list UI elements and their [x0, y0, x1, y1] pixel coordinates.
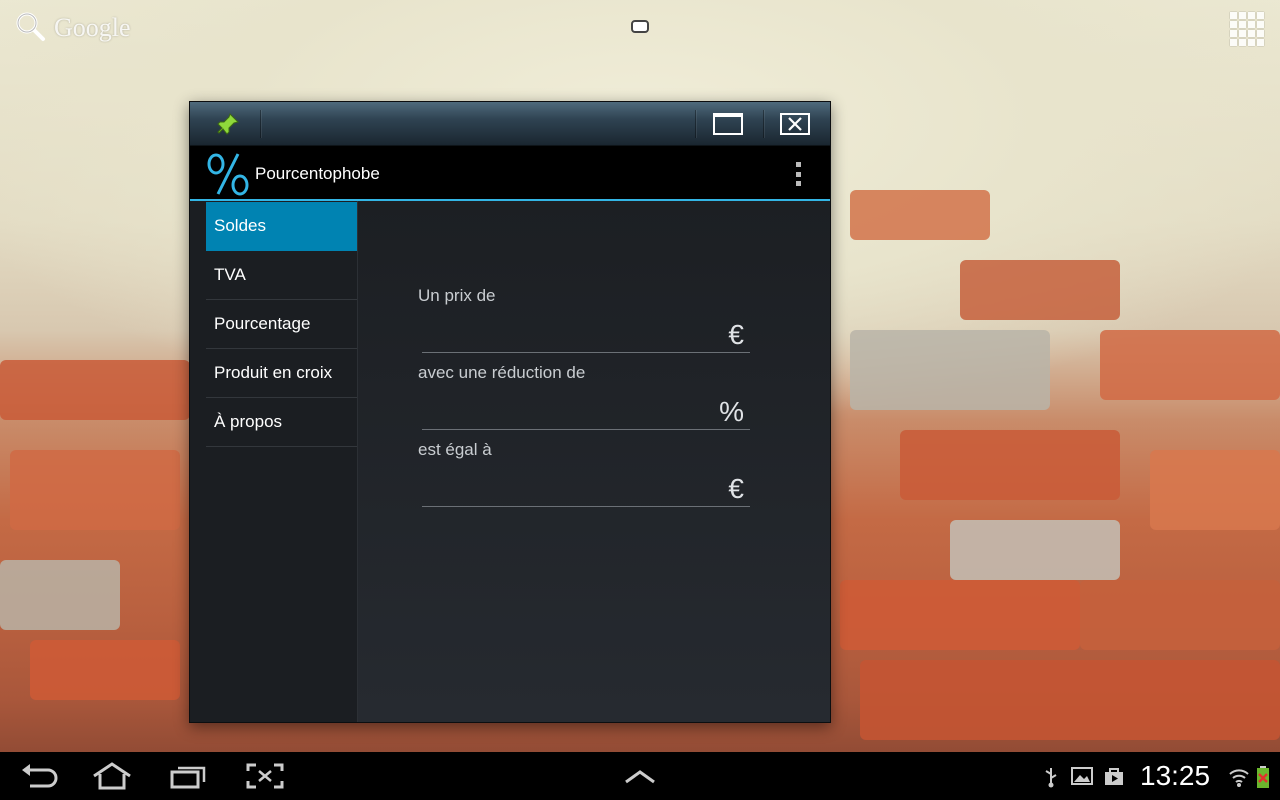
- sidebar-item-tva[interactable]: TVA: [206, 251, 357, 300]
- overflow-menu-icon[interactable]: [790, 162, 806, 186]
- home-screen-indicator-icon: [631, 20, 649, 33]
- app-window: Pourcentophobe Soldes TVA Pourcentage Pr…: [189, 101, 831, 723]
- sidebar-item-produit-en-croix[interactable]: Produit en croix: [206, 349, 357, 398]
- screenshot-icon[interactable]: [245, 762, 285, 790]
- soldes-form: Un prix de € avec une réduction de % est…: [358, 201, 830, 722]
- titlebar-divider: [260, 110, 261, 138]
- app-content: Soldes TVA Pourcentage Produit en croix …: [190, 201, 830, 722]
- clock: 13:25: [1140, 760, 1211, 791]
- result-field[interactable]: €: [422, 473, 750, 507]
- price-label: Un prix de: [418, 286, 496, 305]
- close-icon[interactable]: [780, 113, 810, 135]
- pin-icon[interactable]: [216, 112, 240, 136]
- discount-label: avec une réduction de: [418, 363, 586, 382]
- titlebar-divider: [695, 110, 696, 138]
- euro-unit: €: [728, 319, 744, 350]
- discount-field[interactable]: %: [422, 396, 750, 430]
- discount-input[interactable]: [422, 400, 712, 428]
- sidebar: Soldes TVA Pourcentage Produit en croix …: [190, 201, 358, 722]
- store-icon: [1103, 766, 1125, 786]
- price-field[interactable]: €: [422, 319, 750, 353]
- search-icon: [14, 10, 46, 46]
- sidebar-item-pourcentage[interactable]: Pourcentage: [206, 300, 357, 349]
- maximize-icon[interactable]: [713, 113, 743, 135]
- result-label: est égal à: [418, 440, 492, 459]
- euro-unit: €: [728, 473, 744, 504]
- gallery-icon: [1071, 766, 1093, 786]
- wifi-icon: [1228, 766, 1250, 787]
- price-input[interactable]: [422, 323, 712, 351]
- action-bar: Pourcentophobe: [190, 146, 830, 201]
- titlebar-divider: [763, 110, 764, 138]
- percent-unit: %: [719, 396, 744, 427]
- sidebar-item-soldes[interactable]: Soldes: [206, 202, 357, 251]
- usb-icon: [1042, 766, 1060, 788]
- window-titlebar[interactable]: [190, 102, 830, 146]
- google-search-widget[interactable]: Google: [14, 10, 131, 46]
- app-title: Pourcentophobe: [255, 164, 380, 183]
- home-icon[interactable]: [92, 762, 132, 790]
- apps-grid-icon[interactable]: [1230, 12, 1264, 46]
- up-arrow-icon[interactable]: [620, 762, 660, 790]
- recent-apps-icon[interactable]: [168, 762, 208, 790]
- percent-logo-icon[interactable]: [204, 150, 252, 198]
- system-bar: 13:25: [0, 752, 1280, 800]
- google-search-label: Google: [54, 13, 131, 42]
- back-icon[interactable]: [20, 762, 60, 790]
- battery-icon: [1256, 766, 1270, 788]
- sidebar-item-a-propos[interactable]: À propos: [206, 398, 357, 447]
- result-input[interactable]: [422, 477, 712, 505]
